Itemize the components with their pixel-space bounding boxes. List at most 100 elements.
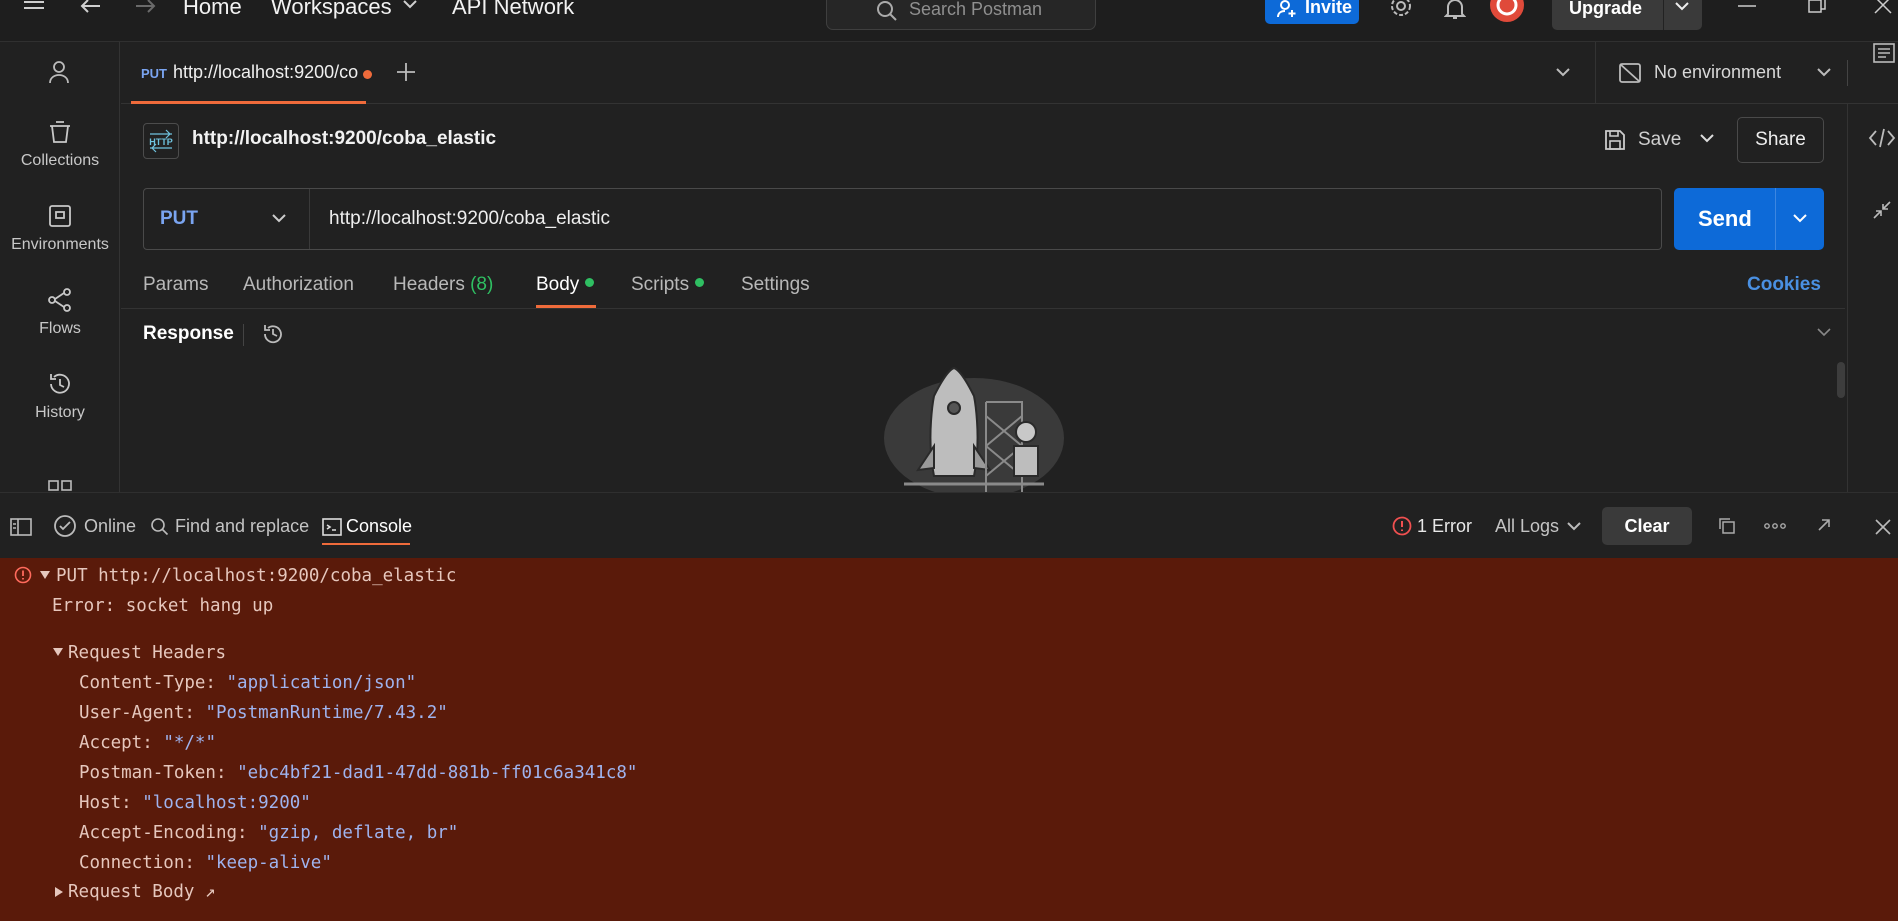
home-link[interactable]: Home xyxy=(183,0,242,20)
log-level-select[interactable]: All Logs xyxy=(1495,493,1590,559)
tab-authorization[interactable]: Authorization xyxy=(243,274,354,296)
online-status[interactable]: Online xyxy=(84,516,136,537)
status-bar: Online Find and replace Console 1 Error … xyxy=(0,492,1898,558)
avatar[interactable] xyxy=(1490,0,1524,22)
collapse-icon[interactable] xyxy=(1872,200,1892,220)
pop-out-icon[interactable] xyxy=(1817,518,1831,532)
search-input[interactable]: Search Postman xyxy=(826,0,1096,30)
copy-icon[interactable] xyxy=(1718,517,1736,535)
sidebar-item-environments[interactable]: Environments xyxy=(0,204,120,254)
close-icon[interactable] xyxy=(1875,519,1891,535)
tab-params[interactable]: Params xyxy=(143,274,208,296)
console-tab[interactable]: Console xyxy=(322,493,412,545)
header-line: Accept-Encoding: "gzip, deflate, br" xyxy=(79,823,458,843)
console-icon xyxy=(322,517,342,537)
chevron-down-icon xyxy=(1566,522,1582,532)
chevron-down-icon[interactable] xyxy=(402,0,418,10)
expand-triangle-icon[interactable] xyxy=(40,570,50,580)
invite-button[interactable]: Invite xyxy=(1265,0,1359,24)
tab-headers[interactable]: Headers (8) xyxy=(393,274,493,296)
header-value: "ebc4bf21-dad1-47dd-881b-ff01c6a341c8" xyxy=(237,763,638,783)
error-icon xyxy=(1392,516,1412,536)
error-count-badge[interactable]: 1 Error xyxy=(1392,493,1472,559)
request-tab[interactable]: PUT http://localhost:9200/coba_elastic xyxy=(131,42,372,104)
header-line: Host: "localhost:9200" xyxy=(79,793,311,813)
sidebar-item-label: Environments xyxy=(11,236,109,253)
search-icon xyxy=(875,0,899,23)
sidebar-item-collections[interactable]: Collections xyxy=(0,120,120,170)
restore-icon[interactable] xyxy=(1808,0,1826,14)
back-arrow-icon[interactable] xyxy=(80,0,102,14)
user-icon[interactable] xyxy=(47,60,71,84)
collapse-triangle-icon[interactable] xyxy=(54,887,63,897)
tab-method: PUT xyxy=(141,66,167,81)
request-headers-title[interactable]: Request Headers xyxy=(68,643,226,663)
rocket-illustration xyxy=(882,366,1066,492)
chevron-down-icon[interactable] xyxy=(1816,328,1832,338)
history-icon[interactable] xyxy=(261,322,285,346)
menu-icon[interactable] xyxy=(22,0,46,14)
method-select[interactable]: PUT xyxy=(144,189,310,249)
chevron-down-icon[interactable] xyxy=(1674,2,1690,12)
collections-icon xyxy=(50,121,70,143)
find-replace-button[interactable]: Find and replace xyxy=(175,516,309,537)
add-user-icon xyxy=(1277,0,1297,18)
clear-button[interactable]: Clear xyxy=(1602,507,1692,545)
header-line: Connection: "keep-alive" xyxy=(79,853,332,873)
status-dot xyxy=(585,278,595,287)
console-panel: PUT http://localhost:9200/coba_elastic E… xyxy=(0,558,1898,921)
minimize-icon[interactable] xyxy=(1738,4,1756,8)
header-key: Accept-Encoding: xyxy=(79,823,248,843)
environment-label: No environment xyxy=(1654,62,1782,82)
chevron-down-icon[interactable] xyxy=(1792,214,1808,224)
divider xyxy=(243,324,244,346)
documentation-icon[interactable] xyxy=(1872,42,1896,64)
environment-selector[interactable]: No environment xyxy=(1595,42,1845,104)
chevron-down-icon[interactable] xyxy=(1699,134,1715,144)
divider xyxy=(121,308,1845,309)
tab-bar: PUT http://localhost:9200/coba_elastic N… xyxy=(121,42,1898,104)
add-tab-icon[interactable] xyxy=(396,62,416,82)
tab-body[interactable]: Body xyxy=(536,274,595,296)
no-environment-icon xyxy=(1618,62,1642,84)
sidebar-item-flows[interactable]: Flows xyxy=(0,288,120,338)
request-body-title[interactable]: Request Body ↗ xyxy=(68,882,216,902)
code-icon[interactable] xyxy=(1868,128,1896,148)
tab-headers-label: Headers xyxy=(393,274,465,295)
chevron-down-icon xyxy=(1816,68,1832,78)
tabs-dropdown-icon[interactable] xyxy=(1555,68,1571,78)
right-rail xyxy=(1847,43,1898,492)
request-title[interactable]: http://localhost:9200/coba_elastic xyxy=(192,128,496,150)
workspaces-menu[interactable]: Workspaces xyxy=(271,0,392,20)
status-dot xyxy=(695,278,705,287)
upgrade-divider xyxy=(1663,0,1664,30)
url-input[interactable]: http://localhost:9200/coba_elastic xyxy=(329,208,610,230)
more-options-icon[interactable] xyxy=(1764,523,1786,529)
share-button[interactable]: Share xyxy=(1737,117,1824,163)
header-key: User-Agent: xyxy=(79,703,195,723)
sidebar-toggle-icon[interactable] xyxy=(9,517,33,537)
chevron-down-icon xyxy=(271,214,287,224)
header-key: Host: xyxy=(79,793,132,813)
unsaved-dot xyxy=(363,70,372,79)
sidebar-item-history[interactable]: History xyxy=(0,372,120,422)
tab-scripts[interactable]: Scripts xyxy=(631,274,705,296)
forward-arrow-icon[interactable] xyxy=(134,0,156,14)
send-label: Send xyxy=(1698,206,1752,231)
expand-triangle-icon[interactable] xyxy=(53,647,63,657)
console-request-line[interactable]: PUT http://localhost:9200/coba_elastic xyxy=(56,566,456,586)
notification-bell-icon[interactable] xyxy=(1444,0,1466,20)
upgrade-button[interactable]: Upgrade xyxy=(1552,0,1702,30)
close-window-icon[interactable] xyxy=(1874,0,1892,14)
apps-grid-icon[interactable] xyxy=(48,480,72,492)
scrollbar[interactable] xyxy=(1837,362,1845,398)
save-button[interactable]: Save xyxy=(1600,120,1714,160)
method-value: PUT xyxy=(160,208,198,229)
cookies-link[interactable]: Cookies xyxy=(1747,274,1821,296)
tab-scripts-label: Scripts xyxy=(631,274,690,295)
send-button[interactable]: Send xyxy=(1674,188,1824,250)
tab-settings[interactable]: Settings xyxy=(741,274,810,296)
api-network-link[interactable]: API Network xyxy=(452,0,574,20)
settings-gear-icon[interactable] xyxy=(1388,0,1414,20)
search-icon xyxy=(150,517,170,537)
